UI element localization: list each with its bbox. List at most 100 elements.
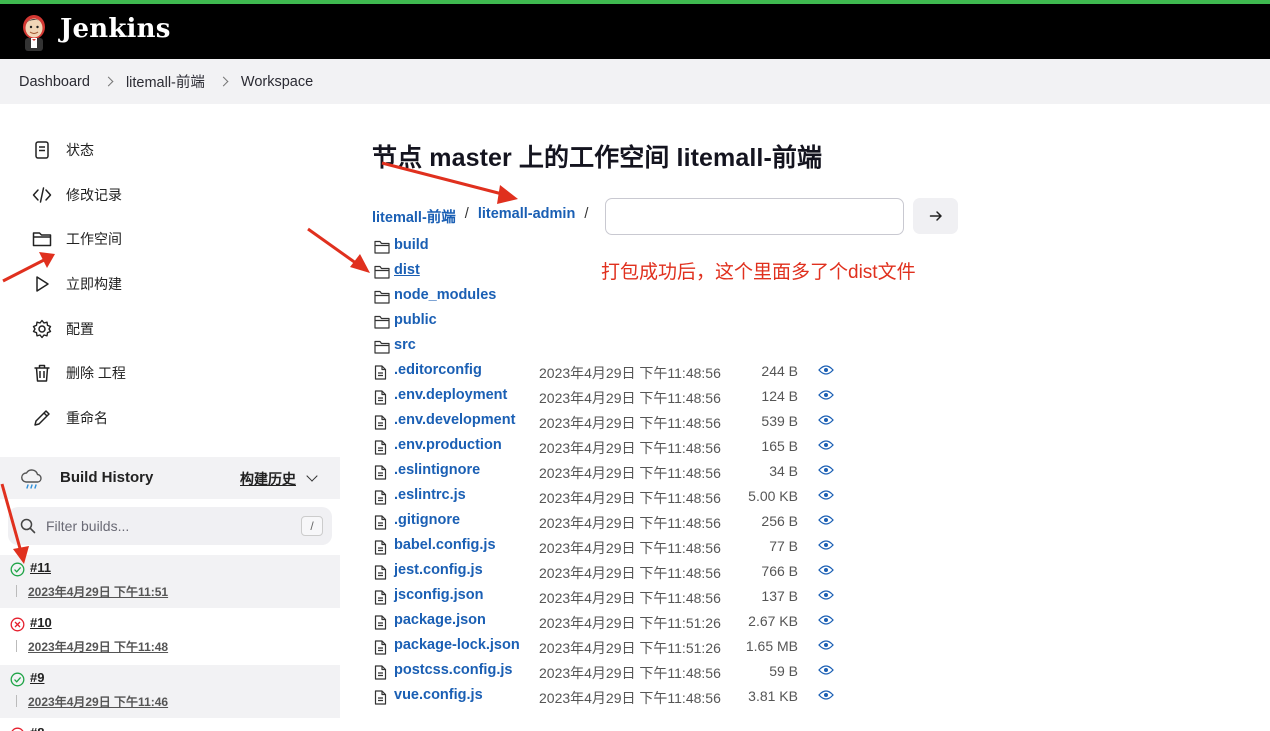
breadcrumb-workspace[interactable]: Workspace bbox=[241, 74, 313, 90]
status-icon bbox=[35, 141, 49, 159]
view-eye-icon[interactable] bbox=[818, 513, 834, 531]
file-row: .env.deployment 2023年4月29日 下午11:48:56 124 … bbox=[374, 385, 974, 409]
file-link[interactable]: .editorconfig bbox=[394, 362, 482, 378]
view-eye-icon[interactable] bbox=[818, 463, 834, 481]
folder-link[interactable]: dist bbox=[394, 262, 420, 278]
build-date-link[interactable]: 2023年4月29日 下午11:48 bbox=[28, 638, 168, 655]
failed-icon bbox=[10, 617, 25, 632]
file-date: 2023年4月29日 下午11:48:56 bbox=[539, 690, 721, 706]
file-row: package.json 2023年4月29日 下午11:51:26 2.67 KB bbox=[374, 610, 974, 634]
file-link[interactable]: package.json bbox=[394, 612, 486, 628]
build-number-link[interactable]: #9 bbox=[30, 670, 44, 685]
chevron-down-icon[interactable] bbox=[306, 470, 318, 482]
brand-name[interactable]: Jenkins bbox=[60, 14, 171, 44]
view-eye-icon[interactable] bbox=[818, 688, 834, 706]
build-date-link[interactable]: 2023年4月29日 下午11:51 bbox=[28, 583, 168, 600]
file-icon bbox=[374, 690, 387, 710]
filter-builds-input[interactable] bbox=[46, 516, 286, 536]
build-row[interactable]: #9 2023年4月29日 下午11:46 bbox=[0, 665, 340, 718]
file-link[interactable]: .env.production bbox=[394, 437, 502, 453]
breadcrumb-project[interactable]: litemall-前端 bbox=[126, 71, 205, 92]
file-row: jsconfig.json 2023年4月29日 下午11:48:56 137 B bbox=[374, 585, 974, 609]
file-link[interactable]: jsconfig.json bbox=[394, 587, 483, 603]
code-icon bbox=[32, 187, 52, 203]
file-link[interactable]: package-lock.json bbox=[394, 637, 520, 653]
view-eye-icon[interactable] bbox=[818, 488, 834, 506]
failed-icon bbox=[11, 727, 24, 731]
file-row: .env.development 2023年4月29日 下午11:48:56 539… bbox=[374, 410, 974, 434]
page-title: 节点 master 上的工作空间 litemall-前端 bbox=[372, 144, 823, 172]
path-link-root[interactable]: litemall-前端 bbox=[372, 206, 456, 227]
build-row[interactable]: #10 2023年4月29日 下午11:48 bbox=[0, 610, 340, 663]
success-icon bbox=[10, 672, 25, 687]
build-row[interactable]: #11 2023年4月29日 下午11:51 bbox=[0, 555, 340, 608]
sidebar-item-changes[interactable]: 修改记录 bbox=[32, 183, 122, 207]
sidebar-item-configure[interactable]: 配置 bbox=[32, 317, 94, 341]
file-link[interactable]: babel.config.js bbox=[394, 537, 496, 553]
file-link[interactable]: .eslintignore bbox=[394, 462, 480, 478]
file-link[interactable]: .gitignore bbox=[394, 512, 460, 528]
view-eye-icon[interactable] bbox=[818, 588, 834, 606]
folder-link[interactable]: public bbox=[394, 312, 437, 328]
file-icon bbox=[374, 615, 387, 635]
sidebar-item-label: 工作空间 bbox=[66, 231, 122, 247]
folder-link[interactable]: node_modules bbox=[394, 287, 496, 303]
build-number-link[interactable]: #8 bbox=[30, 725, 44, 731]
folder-icon bbox=[374, 290, 390, 309]
file-date: 2023年4月29日 下午11:48:56 bbox=[539, 440, 721, 456]
file-icon bbox=[374, 665, 387, 685]
file-date: 2023年4月29日 下午11:48:56 bbox=[539, 465, 721, 481]
keyboard-shortcut-hint: / bbox=[301, 516, 323, 536]
play-icon bbox=[36, 276, 49, 292]
folder-icon bbox=[374, 340, 390, 359]
pencil-icon bbox=[34, 410, 50, 426]
gear-icon bbox=[32, 319, 52, 339]
folder-link[interactable]: build bbox=[394, 237, 429, 253]
view-eye-icon[interactable] bbox=[818, 388, 834, 406]
view-eye-icon[interactable] bbox=[818, 438, 834, 456]
sidebar-item-build-now[interactable]: 立即构建 bbox=[32, 272, 122, 296]
build-number-link[interactable]: #10 bbox=[30, 615, 52, 630]
build-trend-link[interactable]: 构建历史 bbox=[240, 469, 296, 489]
file-icon bbox=[374, 540, 387, 560]
jenkins-logo-icon[interactable] bbox=[18, 13, 50, 53]
sidebar-item-rename[interactable]: 重命名 bbox=[32, 406, 108, 430]
folder-row: build bbox=[374, 235, 974, 259]
view-eye-icon[interactable] bbox=[818, 538, 834, 556]
view-eye-icon[interactable] bbox=[818, 363, 834, 381]
breadcrumb-separator-icon bbox=[103, 76, 114, 87]
file-icon bbox=[374, 415, 387, 435]
sidebar-item-status[interactable]: 状态 bbox=[32, 138, 94, 162]
view-eye-icon[interactable] bbox=[818, 663, 834, 681]
build-row[interactable]: #8 bbox=[0, 720, 340, 731]
arrow-right-icon bbox=[929, 211, 942, 221]
file-icon bbox=[374, 640, 387, 660]
build-divider bbox=[16, 640, 17, 652]
view-eye-icon[interactable] bbox=[818, 413, 834, 431]
breadcrumb-dashboard[interactable]: Dashboard bbox=[19, 74, 90, 90]
view-eye-icon[interactable] bbox=[818, 613, 834, 631]
file-link[interactable]: jest.config.js bbox=[394, 562, 483, 578]
go-button[interactable] bbox=[913, 198, 958, 234]
view-eye-icon[interactable] bbox=[818, 563, 834, 581]
build-number-link[interactable]: #11 bbox=[30, 560, 51, 575]
folder-link[interactable]: src bbox=[394, 337, 416, 353]
file-link[interactable]: postcss.config.js bbox=[394, 662, 512, 678]
build-divider bbox=[16, 695, 17, 707]
file-link[interactable]: .eslintrc.js bbox=[394, 487, 466, 503]
path-link-child[interactable]: litemall-admin bbox=[478, 206, 576, 227]
file-link[interactable]: .env.deployment bbox=[394, 387, 507, 403]
filter-builds: / bbox=[8, 507, 332, 545]
build-date-link[interactable]: 2023年4月29日 下午11:46 bbox=[28, 693, 168, 710]
view-eye-icon[interactable] bbox=[818, 638, 834, 656]
file-icon bbox=[374, 365, 387, 385]
file-date: 2023年4月29日 下午11:48:56 bbox=[539, 565, 721, 581]
sidebar-item-delete-project[interactable]: 删除 工程 bbox=[32, 361, 126, 385]
cloud-rain-icon bbox=[21, 469, 42, 489]
sidebar-item-workspace[interactable]: 工作空间 bbox=[32, 227, 122, 251]
path-input[interactable] bbox=[605, 198, 904, 235]
file-date: 2023年4月29日 下午11:48:56 bbox=[539, 540, 721, 556]
file-link[interactable]: .env.development bbox=[394, 412, 515, 428]
path-separator: / bbox=[464, 206, 469, 222]
file-link[interactable]: vue.config.js bbox=[394, 687, 483, 703]
